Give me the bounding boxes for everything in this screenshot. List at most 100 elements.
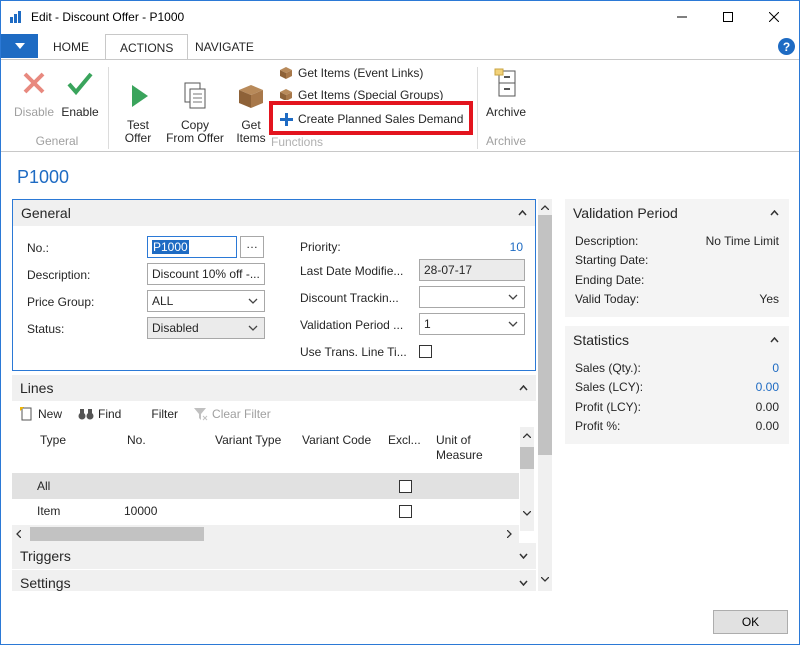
no-lookup-button[interactable]: … [240, 236, 264, 258]
last-date-modified-value: 28-07-17 [419, 259, 525, 281]
group-label-functions: Functions [270, 135, 324, 149]
new-document-icon [20, 407, 32, 421]
chevron-up-icon [519, 385, 528, 391]
copy-from-offer-button[interactable]: Copy From Offer [161, 67, 229, 145]
settings-title: Settings [20, 575, 71, 591]
lines-toolbar: New Find Filter Clear Filter [12, 401, 536, 427]
new-label: New [38, 407, 63, 421]
general-title: General [21, 205, 71, 221]
close-icon [769, 12, 779, 22]
ok-button[interactable]: OK [713, 610, 788, 634]
sales-lcy-label: Sales (LCY): [575, 380, 644, 395]
archive-label: Archive [485, 105, 526, 119]
last-date-modified-label: Last Date Modifie... [300, 264, 404, 278]
enable-label: Enable [61, 105, 99, 119]
disable-button[interactable]: Disable [11, 67, 57, 119]
column-header[interactable]: No. [127, 433, 146, 447]
dialog-window: Edit - Discount Offer - P1000 HOME ACTIO… [0, 0, 800, 645]
archive-button[interactable]: Archive [482, 67, 530, 119]
discount-tracking-label: Discount Trackin... [300, 291, 399, 305]
chevron-up-icon [541, 205, 549, 210]
factbox-row: Profit (LCY): 0.00 [565, 397, 789, 417]
table-row[interactable]: Item 10000 [12, 499, 519, 525]
vp-valid-today-label: Valid Today: [575, 292, 640, 307]
sales-qty-value[interactable]: 0 [772, 361, 779, 375]
application-menu-button[interactable] [1, 34, 38, 58]
chevron-down-icon [508, 321, 518, 327]
minimize-button[interactable] [659, 1, 705, 33]
box-small-icon [280, 67, 292, 79]
chevron-down-icon [248, 325, 258, 331]
clear-filter-icon [194, 408, 208, 421]
price-group-select[interactable]: ALL [147, 290, 265, 312]
maximize-button[interactable] [705, 1, 751, 33]
left-pane: General No.: P1000 … Description: Discou… [12, 199, 536, 591]
factbox-row: Starting Date: [565, 251, 789, 271]
status-select[interactable]: Disabled [147, 317, 265, 339]
scroll-thumb[interactable] [30, 527, 204, 541]
filter-button[interactable]: Filter [151, 407, 178, 421]
lines-grid-header: Type No. Variant Type Variant Code Excl.… [12, 427, 536, 531]
general-header[interactable]: General [13, 200, 535, 226]
clear-filter-button[interactable]: Clear Filter [194, 407, 271, 421]
column-header[interactable]: Unit of Measure [436, 433, 496, 463]
no-input[interactable]: P1000 [147, 236, 237, 258]
tab-actions[interactable]: ACTIONS [105, 34, 189, 60]
validation-period-title: Validation Period [573, 205, 678, 221]
triggers-header[interactable]: Triggers [12, 543, 536, 569]
get-items-special-groups-label: Get Items (Special Groups) [298, 88, 444, 100]
lines-vertical-scrollbar[interactable] [520, 427, 534, 531]
column-header[interactable]: Type [40, 433, 66, 447]
chevron-down-icon [519, 580, 528, 586]
priority-value[interactable]: 10 [503, 240, 523, 254]
find-button[interactable]: Find [78, 407, 121, 421]
lines-header[interactable]: Lines [12, 375, 536, 401]
table-row[interactable]: All [12, 473, 519, 499]
description-label: Description: [27, 268, 91, 282]
help-icon[interactable]: ? [778, 38, 795, 55]
group-label-archive: Archive [485, 134, 526, 148]
scroll-thumb[interactable] [538, 215, 552, 455]
lines-horizontal-scrollbar[interactable] [12, 525, 519, 543]
factbox-row: Valid Today: Yes [565, 290, 789, 310]
get-items-button[interactable]: Get Items [231, 67, 271, 145]
general-fasttab: General No.: P1000 … Description: Discou… [12, 199, 536, 371]
enable-check-icon [67, 72, 93, 96]
validation-period-value: 1 [424, 317, 431, 331]
sales-lcy-value[interactable]: 0.00 [756, 380, 779, 394]
get-items-special-groups-button[interactable]: Get Items (Special Groups) [279, 88, 443, 100]
chevron-down-icon [519, 553, 528, 559]
validation-period-label: Validation Period ... [300, 318, 404, 332]
scroll-thumb[interactable] [520, 447, 534, 469]
tab-navigate[interactable]: NAVIGATE [181, 34, 268, 60]
price-group-value: ALL [152, 294, 174, 308]
exclude-checkbox[interactable] [399, 480, 412, 493]
column-header[interactable]: Variant Code [302, 433, 371, 447]
ribbon-separator [108, 67, 109, 149]
box-icon [239, 85, 263, 108]
tab-home[interactable]: HOME [39, 34, 103, 60]
filter-label: Filter [151, 407, 179, 421]
validation-period-header[interactable]: Validation Period [565, 199, 789, 227]
description-input[interactable]: Discount 10% off -... [147, 263, 265, 285]
chevron-up-icon [518, 210, 527, 216]
page-vertical-scrollbar[interactable] [538, 199, 552, 591]
chevron-down-icon [523, 511, 531, 516]
statistics-factbox: Statistics Sales (Qty.): 0 Sales (LCY): … [565, 326, 789, 444]
chevron-up-icon [770, 210, 779, 216]
settings-header[interactable]: Settings [12, 570, 536, 591]
discount-tracking-select[interactable] [419, 286, 525, 308]
chevron-down-icon [508, 294, 518, 300]
enable-button[interactable]: Enable [57, 67, 103, 119]
get-items-event-links-button[interactable]: Get Items (Event Links) [279, 66, 423, 80]
close-button[interactable] [751, 1, 797, 33]
validation-period-select[interactable]: 1 [419, 313, 525, 335]
column-header[interactable]: Variant Type [215, 433, 281, 447]
test-offer-button[interactable]: Test Offer [117, 67, 159, 145]
new-button[interactable]: New [20, 407, 62, 421]
column-header[interactable]: Excl... [388, 433, 421, 447]
statistics-header[interactable]: Statistics [565, 326, 789, 354]
exclude-checkbox[interactable] [399, 505, 412, 518]
status-label: Status: [27, 322, 65, 336]
use-trans-line-checkbox[interactable] [419, 345, 432, 358]
